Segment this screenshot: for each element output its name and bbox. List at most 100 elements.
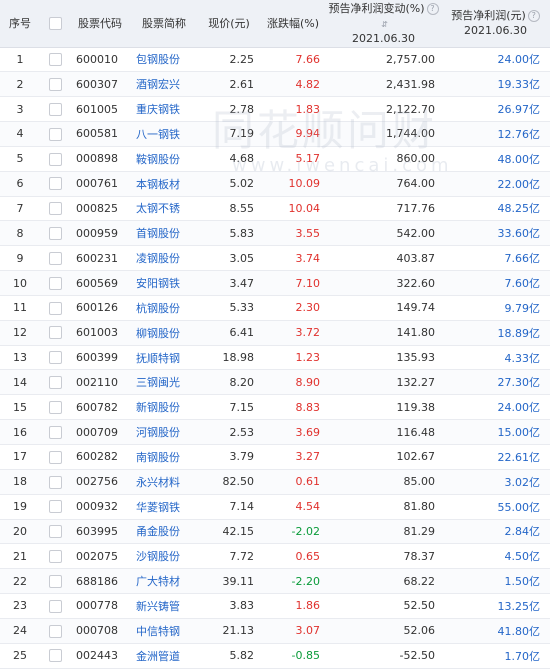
row-checkbox[interactable] xyxy=(48,227,62,241)
row-checkbox[interactable] xyxy=(48,599,62,613)
row-name-link[interactable]: 新钢股份 xyxy=(136,401,180,414)
row-checkbox[interactable] xyxy=(48,574,62,588)
row-checkbox[interactable] xyxy=(48,127,62,141)
table-row[interactable]: 21 002075 沙钢股份 7.72 0.65 78.37 4.50亿 xyxy=(0,543,550,570)
row-name-link[interactable]: 抚顺特钢 xyxy=(136,352,180,365)
row-np-link[interactable]: 18.89亿 xyxy=(498,327,541,340)
header-np[interactable]: 预告净利润(元)? 2021.06.30 xyxy=(441,0,550,48)
row-checkbox[interactable] xyxy=(48,326,62,340)
row-name-link[interactable]: 鞍钢股份 xyxy=(136,153,180,166)
table-row[interactable]: 15 600782 新钢股份 7.15 8.83 119.38 24.00亿 xyxy=(0,394,550,421)
row-np-link[interactable]: 24.00亿 xyxy=(498,53,541,66)
row-np-link[interactable]: 13.25亿 xyxy=(498,600,541,613)
row-checkbox[interactable] xyxy=(48,525,62,539)
row-np-link[interactable]: 19.33亿 xyxy=(498,78,541,91)
row-checkbox[interactable] xyxy=(48,202,62,216)
row-checkbox[interactable] xyxy=(48,500,62,514)
row-name-link[interactable]: 南钢股份 xyxy=(136,451,180,464)
table-row[interactable]: 4 600581 八一钢铁 7.19 9.94 1,744.00 12.76亿 xyxy=(0,121,550,147)
row-name-link[interactable]: 金洲管道 xyxy=(136,650,180,663)
table-row[interactable]: 13 600399 抚顺特钢 18.98 1.23 135.93 4.33亿 xyxy=(0,345,550,371)
row-checkbox[interactable] xyxy=(48,53,62,67)
table-row[interactable]: 17 600282 南钢股份 3.79 3.27 102.67 22.61亿 xyxy=(0,444,550,470)
row-checkbox[interactable] xyxy=(48,649,62,663)
row-np-link[interactable]: 1.70亿 xyxy=(505,650,541,663)
row-np-link[interactable]: 27.30亿 xyxy=(498,376,541,389)
table-row[interactable]: 9 600231 凌钢股份 3.05 3.74 403.87 7.66亿 xyxy=(0,245,550,272)
header-seq[interactable]: 序号 xyxy=(0,0,40,48)
header-code[interactable]: 股票代码 xyxy=(70,0,130,48)
row-checkbox[interactable] xyxy=(48,400,62,414)
row-np-link[interactable]: 22.61亿 xyxy=(498,451,541,464)
row-np-link[interactable]: 3.02亿 xyxy=(505,476,541,489)
row-checkbox[interactable] xyxy=(48,301,62,315)
table-row[interactable]: 14 002110 三钢闽光 8.20 8.90 132.27 27.30亿 xyxy=(0,369,550,396)
row-name-link[interactable]: 安阳钢铁 xyxy=(136,277,180,290)
question-circle-icon[interactable]: ? xyxy=(426,2,439,15)
header-name[interactable]: 股票简称 xyxy=(130,0,198,48)
table-row[interactable]: 12 601003 柳钢股份 6.41 3.72 141.80 18.89亿 xyxy=(0,320,550,346)
row-np-link[interactable]: 22.00亿 xyxy=(498,178,541,191)
table-row[interactable]: 23 000778 新兴铸管 3.83 1.86 52.50 13.25亿 xyxy=(0,593,550,619)
row-name-link[interactable]: 甬金股份 xyxy=(136,525,180,538)
row-name-link[interactable]: 河钢股份 xyxy=(136,426,180,439)
row-checkbox[interactable] xyxy=(48,475,62,489)
row-checkbox[interactable] xyxy=(48,351,62,365)
header-select-all[interactable] xyxy=(40,0,70,48)
row-np-link[interactable]: 9.79亿 xyxy=(505,302,541,315)
row-np-link[interactable]: 41.80亿 xyxy=(498,625,541,638)
header-change[interactable]: 涨跌幅(%) xyxy=(260,0,326,48)
row-np-link[interactable]: 55.00亿 xyxy=(498,501,541,514)
row-checkbox[interactable] xyxy=(48,177,62,191)
table-row[interactable]: 7 000825 太钢不锈 8.55 10.04 717.76 48.25亿 xyxy=(0,196,550,222)
table-row[interactable]: 11 600126 杭钢股份 5.33 2.30 149.74 9.79亿 xyxy=(0,295,550,321)
row-name-link[interactable]: 永兴材料 xyxy=(136,476,180,489)
header-np-change[interactable]: 预告净利润变动(%) ? ⇵ 2021.06.30 xyxy=(326,0,441,48)
sort-icon[interactable]: ⇵ xyxy=(380,20,389,29)
header-price[interactable]: 现价(元) xyxy=(198,0,260,48)
table-row[interactable]: 18 002756 永兴材料 82.50 0.61 85.00 3.02亿 xyxy=(0,469,550,495)
row-checkbox[interactable] xyxy=(48,550,62,564)
row-name-link[interactable]: 新兴铸管 xyxy=(136,600,180,613)
row-checkbox[interactable] xyxy=(48,152,62,166)
table-row[interactable]: 6 000761 本钢板材 5.02 10.09 764.00 22.00亿 xyxy=(0,171,550,197)
row-checkbox[interactable] xyxy=(48,376,62,390)
row-name-link[interactable]: 太钢不锈 xyxy=(136,202,180,215)
table-row[interactable]: 5 000898 鞍钢股份 4.68 5.17 860.00 48.00亿 xyxy=(0,146,550,172)
row-checkbox[interactable] xyxy=(48,425,62,439)
row-np-link[interactable]: 2.84亿 xyxy=(505,525,541,538)
table-row[interactable]: 19 000932 华菱钢铁 7.14 4.54 81.80 55.00亿 xyxy=(0,494,550,520)
row-checkbox[interactable] xyxy=(48,276,62,290)
row-np-link[interactable]: 4.33亿 xyxy=(505,352,541,365)
row-name-link[interactable]: 杭钢股份 xyxy=(136,302,180,315)
select-all-checkbox[interactable] xyxy=(48,17,62,31)
row-name-link[interactable]: 广大特材 xyxy=(136,575,180,588)
row-checkbox[interactable] xyxy=(48,78,62,92)
row-np-link[interactable]: 7.66亿 xyxy=(505,252,541,265)
row-name-link[interactable]: 重庆钢铁 xyxy=(136,103,180,116)
table-row[interactable]: 3 601005 重庆钢铁 2.78 1.83 2,122.70 26.97亿 xyxy=(0,96,550,123)
row-name-link[interactable]: 华菱钢铁 xyxy=(136,501,180,514)
row-name-link[interactable]: 三钢闽光 xyxy=(136,376,180,389)
table-row[interactable]: 22 688186 广大特材 39.11 -2.20 68.22 1.50亿 xyxy=(0,568,550,595)
row-np-link[interactable]: 26.97亿 xyxy=(498,103,541,116)
row-np-link[interactable]: 4.50亿 xyxy=(505,550,541,563)
table-row[interactable]: 2 600307 酒钢宏兴 2.61 4.82 2,431.98 19.33亿 xyxy=(0,71,550,98)
row-np-link[interactable]: 48.00亿 xyxy=(498,153,541,166)
row-name-link[interactable]: 包钢股份 xyxy=(136,53,180,66)
table-row[interactable]: 10 600569 安阳钢铁 3.47 7.10 322.60 7.60亿 xyxy=(0,270,550,296)
row-np-link[interactable]: 12.76亿 xyxy=(498,128,541,141)
row-checkbox[interactable] xyxy=(48,102,62,116)
row-name-link[interactable]: 凌钢股份 xyxy=(136,252,180,265)
table-row[interactable]: 25 002443 金洲管道 5.82 -0.85 -52.50 1.70亿 xyxy=(0,643,550,669)
row-np-link[interactable]: 33.60亿 xyxy=(498,227,541,240)
row-name-link[interactable]: 首钢股份 xyxy=(136,227,180,240)
question-circle-icon[interactable]: ? xyxy=(527,10,540,23)
row-checkbox[interactable] xyxy=(48,624,62,638)
row-checkbox[interactable] xyxy=(48,251,62,265)
row-np-link[interactable]: 1.50亿 xyxy=(505,575,541,588)
row-np-link[interactable]: 24.00亿 xyxy=(498,401,541,414)
row-name-link[interactable]: 沙钢股份 xyxy=(136,550,180,563)
row-name-link[interactable]: 本钢板材 xyxy=(136,178,180,191)
row-np-link[interactable]: 7.60亿 xyxy=(505,277,541,290)
